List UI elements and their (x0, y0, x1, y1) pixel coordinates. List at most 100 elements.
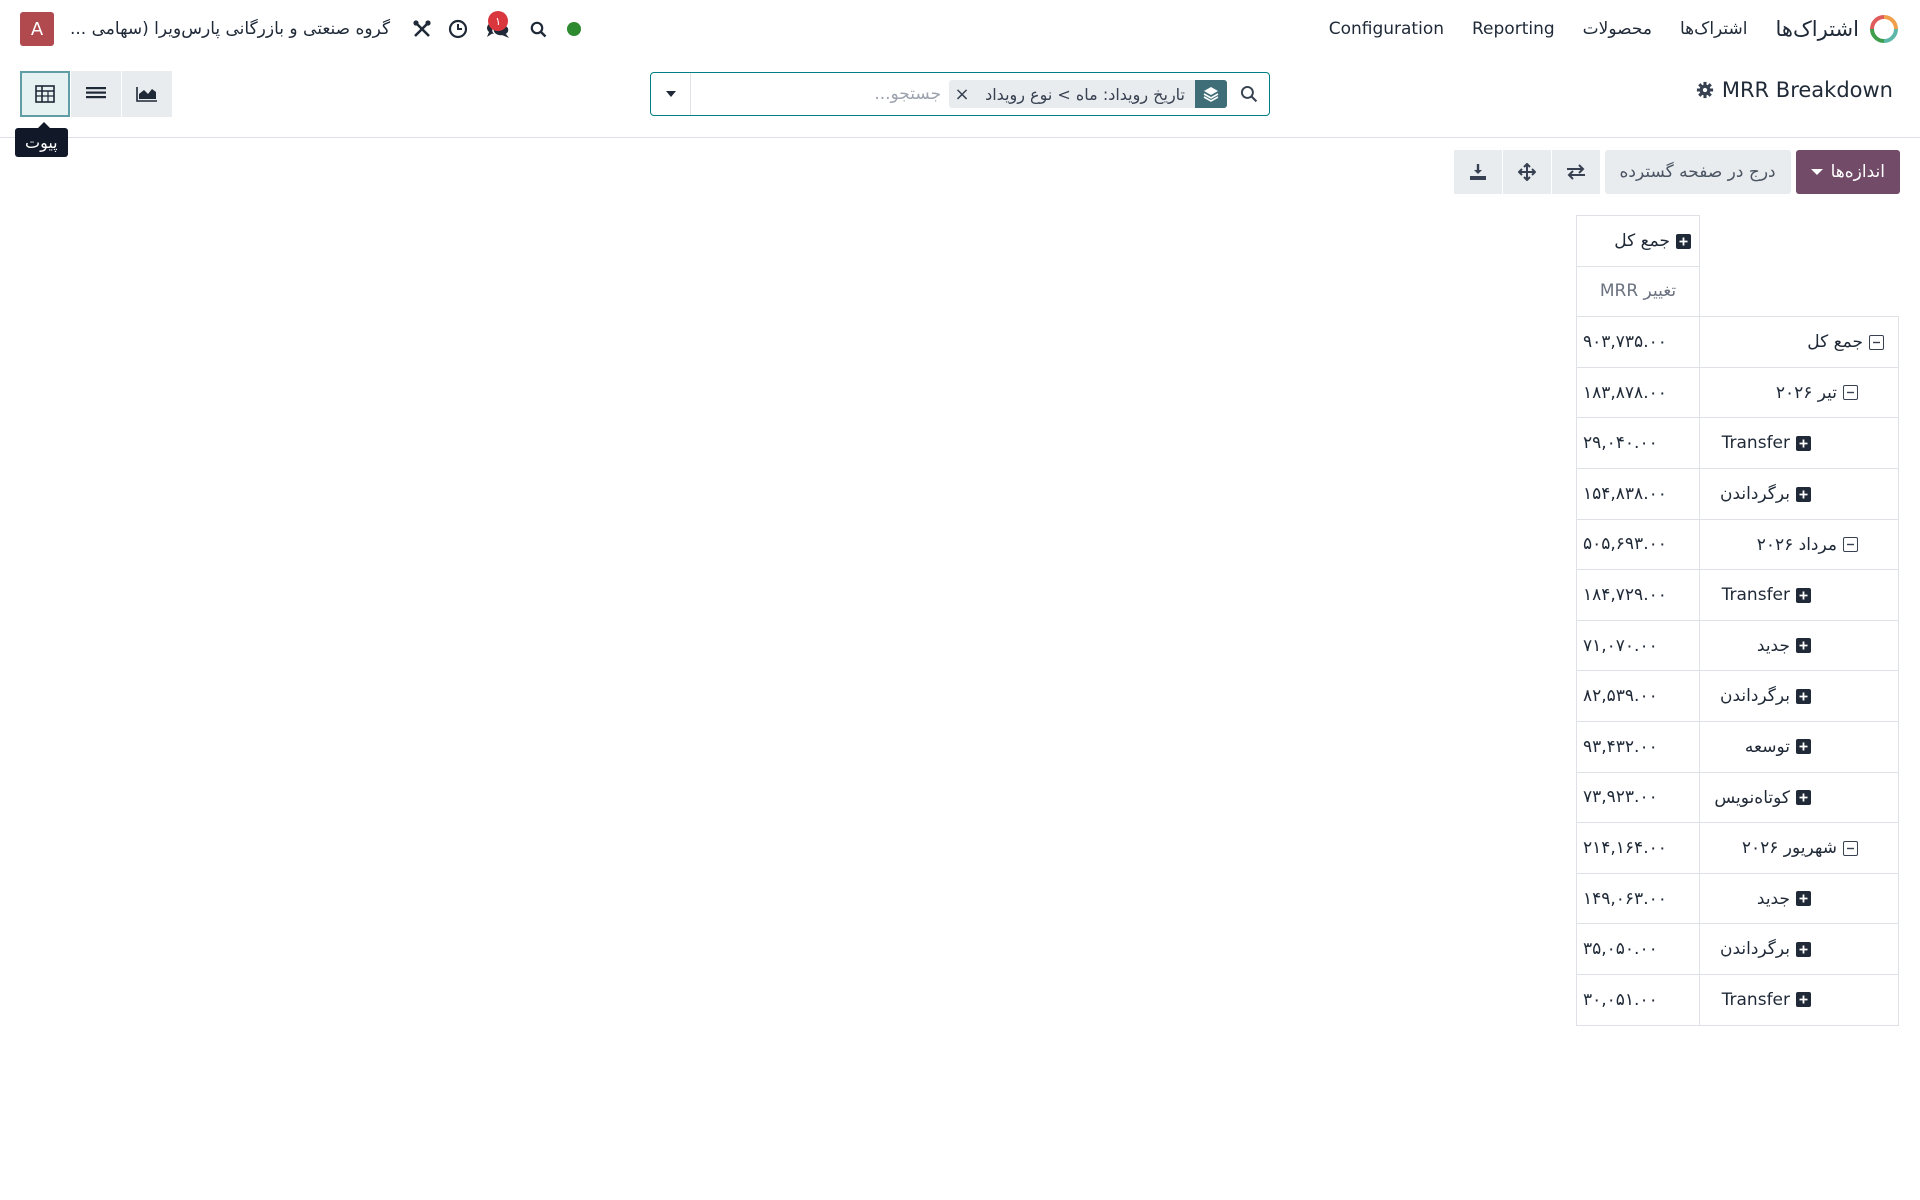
menu-item-products[interactable]: محصولات (1569, 19, 1666, 39)
cell-value[interactable]: ۳۵,۰۵۰.۰۰ (1576, 923, 1700, 975)
table-row: کوتاه‌نویس ۷۳,۹۲۳.۰۰ (1576, 771, 1899, 824)
view-pivot-button[interactable] (20, 71, 70, 117)
row-header[interactable]: برگرداندن (1699, 670, 1899, 722)
row-header[interactable]: تیر ۲۰۲۶ (1699, 366, 1899, 419)
table-row: Transfer ۲۹,۰۴۰.۰۰ (1576, 417, 1899, 469)
main-menu: اشتراک‌ها محصولات Reporting Configuratio… (1315, 19, 1762, 39)
view-switcher (20, 71, 172, 117)
row-header[interactable]: جدید (1699, 619, 1899, 672)
plus-square-icon (1796, 435, 1811, 451)
cell-value[interactable]: ۷۱,۰۷۰.۰۰ (1576, 619, 1700, 672)
plus-square-icon (1796, 739, 1811, 755)
cell-value[interactable]: ۹۰۳,۷۳۵.۰۰ (1576, 316, 1700, 368)
measure-header[interactable]: تغییر MRR (1576, 265, 1700, 318)
row-header-label: تیر ۲۰۲۶ (1775, 382, 1837, 403)
minus-square-icon (1843, 537, 1858, 553)
search-input[interactable] (691, 74, 950, 114)
row-header-label: Transfer (1721, 433, 1790, 454)
download-button[interactable] (1453, 150, 1502, 194)
plus-square-icon (1796, 688, 1811, 704)
pivot-table: جمع کل تغییر MRR جمع کل ۹۰۳,۷۳۵.۰۰ تیر ۲۰۲… (1576, 215, 1899, 1026)
col-header-label: جمع کل (1614, 231, 1670, 252)
plus-square-icon (1796, 891, 1811, 907)
close-icon[interactable]: × (949, 80, 975, 108)
cell-value[interactable]: ۲۱۴,۱۶۴.۰۰ (1576, 822, 1700, 874)
cell-value[interactable]: ۱۸۳,۸۷۸.۰۰ (1576, 366, 1700, 419)
pivot-toolbar: اندازه‌ها درج در صفحه گسترده (1453, 150, 1900, 194)
expand-all-button[interactable] (1502, 150, 1551, 194)
cell-value[interactable]: ۱۵۴,۸۳۸.۰۰ (1576, 467, 1700, 520)
search-button[interactable] (1229, 73, 1269, 115)
search-systray-button[interactable] (520, 11, 556, 47)
menu-item-reporting[interactable]: Reporting (1458, 19, 1569, 39)
row-header[interactable]: شهریور ۲۰۲۶ (1699, 822, 1899, 874)
search-facet-groupby: تاریخ رویداد: ماه > نوع رویداد × (949, 80, 1227, 108)
view-list-button[interactable] (71, 71, 121, 117)
row-header[interactable]: Transfer (1699, 417, 1899, 469)
user-avatar[interactable]: A (20, 12, 54, 46)
row-header-label: برگرداندن (1719, 484, 1790, 505)
activities-button[interactable] (440, 11, 476, 47)
row-header-label: مرداد ۲۰۲۶ (1756, 534, 1837, 555)
row-header[interactable]: برگرداندن (1699, 923, 1899, 975)
menu-item-configuration[interactable]: Configuration (1315, 19, 1458, 39)
cell-value[interactable]: ۱۴۹,۰۶۳.۰۰ (1576, 872, 1700, 925)
row-header-label: شهریور ۲۰۲۶ (1741, 838, 1837, 859)
table-row: جمع کل ۹۰۳,۷۳۵.۰۰ (1576, 316, 1899, 368)
table-grid-icon (35, 85, 55, 103)
menu-item-subscriptions[interactable]: اشتراک‌ها (1666, 19, 1762, 39)
messages-button[interactable]: ۱ (476, 11, 520, 47)
row-header[interactable]: توسعه (1699, 720, 1899, 773)
view-graph-button[interactable] (122, 71, 172, 117)
breadcrumb: MRR Breakdown (1696, 78, 1893, 102)
list-icon (86, 87, 106, 99)
insert-spreadsheet-button[interactable]: درج در صفحه گسترده (1604, 150, 1791, 194)
plus-square-icon (1796, 790, 1811, 806)
view-tooltip: پیوت (15, 122, 68, 157)
row-header-label: توسعه (1744, 736, 1790, 757)
measures-button[interactable]: اندازه‌ها (1795, 150, 1900, 194)
cell-value[interactable]: ۷۳,۹۲۳.۰۰ (1576, 771, 1700, 824)
table-row: تیر ۲۰۲۶ ۱۸۳,۸۷۸.۰۰ (1576, 366, 1899, 419)
row-header[interactable]: Transfer (1699, 973, 1899, 1026)
cell-value[interactable]: ۵۰۵,۶۹۳.۰۰ (1576, 518, 1700, 571)
row-header[interactable]: جمع کل (1699, 316, 1899, 368)
row-header[interactable]: جدید (1699, 872, 1899, 925)
row-header-label: برگرداندن (1719, 939, 1790, 960)
cell-value[interactable]: ۸۲,۵۳۹.۰۰ (1576, 670, 1700, 722)
table-row: شهریور ۲۰۲۶ ۲۱۴,۱۶۴.۰۰ (1576, 822, 1899, 874)
table-row: برگرداندن ۱۵۴,۸۳۸.۰۰ (1576, 467, 1899, 520)
row-header[interactable]: برگرداندن (1699, 467, 1899, 520)
cell-value[interactable]: ۳۰,۰۵۱.۰۰ (1576, 973, 1700, 1026)
brand[interactable]: اشتراک‌ها (1776, 14, 1899, 44)
row-header[interactable]: Transfer (1699, 569, 1899, 621)
row-header-label: جدید (1756, 888, 1790, 909)
plus-square-icon (1796, 587, 1811, 603)
search-bar: تاریخ رویداد: ماه > نوع رویداد × (650, 72, 1270, 116)
layers-icon (1195, 80, 1227, 108)
row-header[interactable]: کوتاه‌نویس (1699, 771, 1899, 824)
systray: ۱ گروه صنعتی و بازرگانی پارس‌ویرا (سهامی… (20, 0, 592, 58)
row-header-label: Transfer (1721, 989, 1790, 1010)
row-header-label: جمع کل (1807, 332, 1863, 353)
presence-status[interactable] (556, 11, 592, 47)
company-switcher[interactable]: گروه صنعتی و بازرگانی پارس‌ویرا (سهامی .… (70, 19, 390, 39)
arrows-move-icon (1517, 163, 1536, 181)
plus-square-icon (1796, 992, 1811, 1008)
page-title: MRR Breakdown (1721, 78, 1893, 102)
gear-icon[interactable] (1696, 81, 1714, 99)
search-options-toggle[interactable] (651, 73, 691, 115)
debug-tools-button[interactable] (404, 11, 440, 47)
exchange-icon (1566, 164, 1585, 180)
table-row: مرداد ۲۰۲۶ ۵۰۵,۶۹۳.۰۰ (1576, 518, 1899, 571)
cell-value[interactable]: ۲۹,۰۴۰.۰۰ (1576, 417, 1700, 469)
flip-axis-button[interactable] (1551, 150, 1600, 194)
col-header-total[interactable]: جمع کل (1576, 215, 1700, 267)
minus-square-icon (1843, 385, 1858, 401)
cell-value[interactable]: ۹۳,۴۳۲.۰۰ (1576, 720, 1700, 773)
plus-square-icon (1676, 233, 1691, 249)
table-row: توسعه ۹۳,۴۳۲.۰۰ (1576, 720, 1899, 773)
plus-square-icon (1796, 486, 1811, 502)
cell-value[interactable]: ۱۸۴,۷۲۹.۰۰ (1576, 569, 1700, 621)
row-header[interactable]: مرداد ۲۰۲۶ (1699, 518, 1899, 571)
